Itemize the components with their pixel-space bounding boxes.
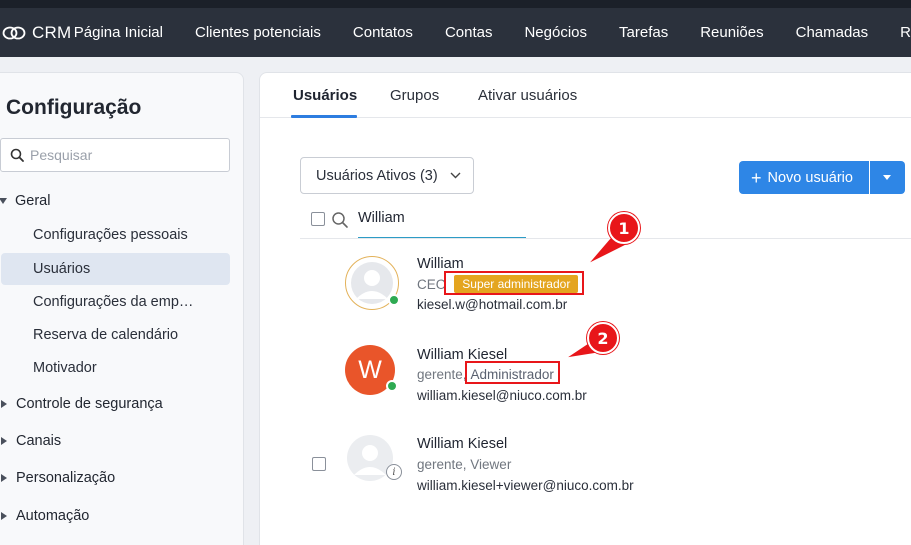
callout-2: 2 <box>587 322 619 354</box>
callout-1: 1 <box>608 212 640 244</box>
annotation-arrows <box>565 235 630 359</box>
